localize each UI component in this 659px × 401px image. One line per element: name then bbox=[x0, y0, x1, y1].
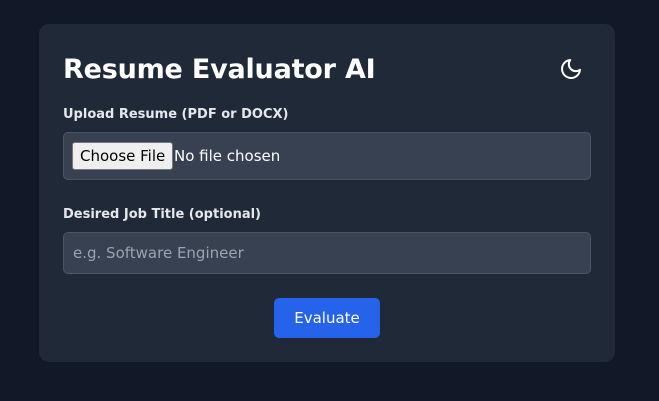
page-title: Resume Evaluator AI bbox=[63, 54, 376, 85]
theme-toggle-button[interactable] bbox=[557, 55, 585, 83]
choose-file-button[interactable]: Choose File bbox=[72, 142, 174, 170]
upload-resume-label: Upload Resume (PDF or DOCX) bbox=[63, 107, 289, 122]
moon-icon bbox=[561, 59, 581, 79]
job-title-label: Desired Job Title (optional) bbox=[63, 207, 262, 222]
evaluator-card: Resume Evaluator AI Upload Resume (PDF o… bbox=[39, 24, 615, 362]
resume-file-input[interactable]: Choose File No file chosen bbox=[63, 132, 591, 180]
file-status-text: No file chosen bbox=[174, 147, 281, 165]
evaluate-button[interactable]: Evaluate bbox=[274, 298, 380, 338]
job-title-input[interactable] bbox=[63, 232, 591, 274]
